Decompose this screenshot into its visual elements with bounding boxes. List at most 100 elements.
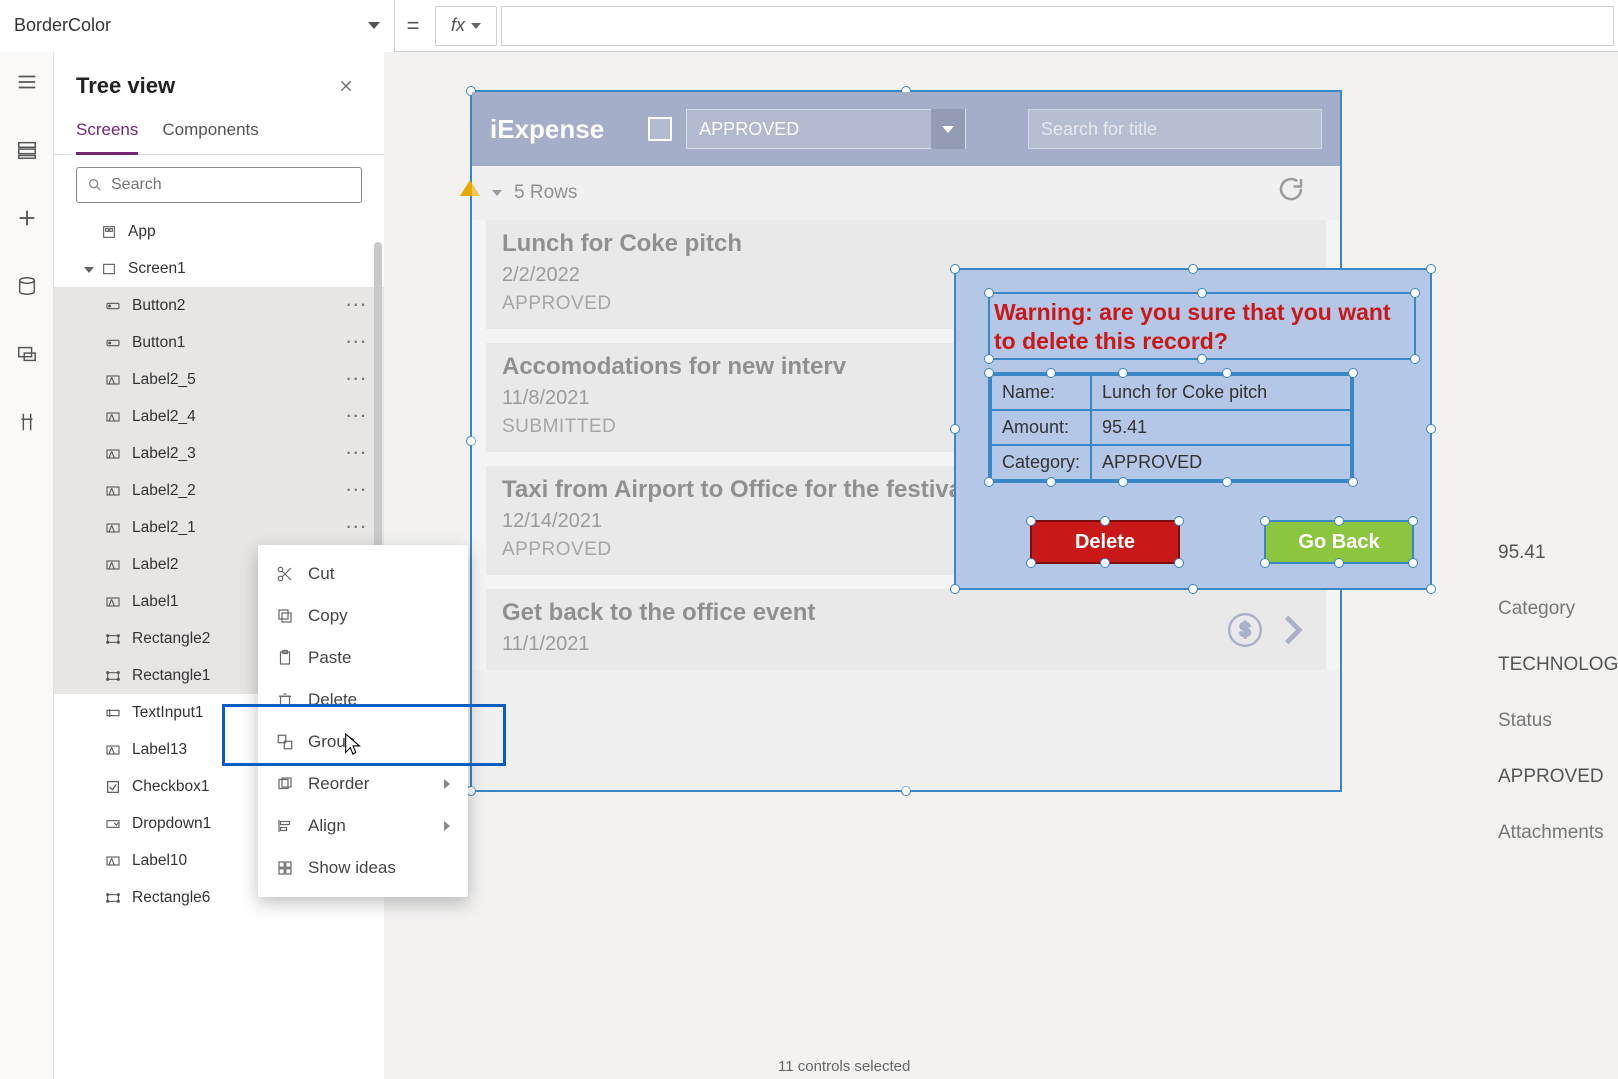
canvas[interactable]: iExpense APPROVED Search for title 5 Row… (384, 52, 1618, 1079)
tree-view-icon[interactable] (7, 130, 47, 170)
confirm-dialog[interactable]: Warning: are you sure that you want to d… (954, 268, 1432, 590)
tree-item-label: Button1 (132, 334, 185, 352)
tree-search-field[interactable] (111, 176, 351, 194)
group-icon (276, 733, 294, 751)
dialog-details-grid: Name:Lunch for Coke pitch Amount:95.41 C… (988, 372, 1354, 483)
equals-label: = (395, 13, 431, 39)
status-text: 11 controls selected (778, 1058, 910, 1075)
rect-icon (104, 667, 122, 685)
app-title: iExpense (490, 114, 604, 145)
formula-bar-input[interactable] (501, 6, 1614, 46)
title-search-input[interactable]: Search for title (1028, 109, 1322, 149)
chevron-right-icon[interactable] (1274, 611, 1312, 649)
tree-item-label2_4[interactable]: Label2_4 ··· (54, 398, 384, 435)
reorder-icon (276, 775, 294, 793)
copy-icon (276, 607, 294, 625)
ctx-paste[interactable]: Paste (258, 637, 468, 679)
ctx-cut[interactable]: Cut (258, 553, 468, 595)
insert-icon[interactable] (7, 198, 47, 238)
delete-button-label: Delete (1075, 531, 1135, 554)
tree-item-label: Label13 (132, 741, 187, 759)
ctx-align[interactable]: Align (258, 805, 468, 847)
more-icon[interactable]: ··· (347, 371, 369, 389)
tab-components[interactable]: Components (162, 110, 258, 154)
label-icon (104, 556, 122, 574)
chevron-down-icon[interactable] (492, 190, 502, 196)
tools-icon[interactable] (7, 402, 47, 442)
expense-card[interactable]: Get back to the office event11/1/2021$ (486, 589, 1326, 670)
textinput-icon (104, 704, 122, 722)
tree-item-label2_3[interactable]: Label2_3 ··· (54, 435, 384, 472)
ctx-copy[interactable]: Copy (258, 595, 468, 637)
hamburger-icon[interactable] (7, 62, 47, 102)
tree-item-label: Dropdown1 (132, 815, 211, 833)
dialog-warning-text: Warning: are you sure that you want to d… (994, 298, 1406, 356)
refresh-icon[interactable] (1276, 174, 1306, 204)
more-icon[interactable]: ··· (347, 297, 369, 315)
search-placeholder: Search for title (1041, 119, 1157, 140)
tab-screens[interactable]: Screens (76, 110, 138, 155)
tree-item-app[interactable]: App (54, 213, 384, 250)
warning-icon (460, 180, 480, 196)
status-dropdown-value: APPROVED (699, 119, 799, 140)
tree-item-label: Rectangle1 (132, 667, 210, 685)
delete-button[interactable]: Delete (1030, 520, 1180, 564)
fx-button[interactable]: fx (435, 6, 497, 46)
tree-item-label: Label2_4 (132, 408, 196, 426)
category-value: APPROVED (1091, 445, 1351, 480)
ctx-delete[interactable]: Delete (258, 679, 468, 721)
checkbox-icon (104, 778, 122, 796)
trash-icon (276, 691, 294, 709)
screen-frame[interactable]: iExpense APPROVED Search for title 5 Row… (470, 90, 1342, 792)
status-dropdown[interactable]: APPROVED (686, 109, 966, 149)
property-dropdown[interactable]: BorderColor (0, 0, 395, 52)
chevron-right-icon (444, 821, 450, 831)
more-icon[interactable]: ··· (347, 519, 369, 537)
ctx-reorder[interactable]: Reorder (258, 763, 468, 805)
app-header: iExpense APPROVED Search for title (472, 92, 1340, 166)
label-icon (104, 371, 122, 389)
go-back-button[interactable]: Go Back (1264, 520, 1414, 564)
label-icon (104, 741, 122, 759)
detail-attachments-label: Attachments (1498, 822, 1618, 844)
tree-item-label2_2[interactable]: Label2_2 ··· (54, 472, 384, 509)
chevron-down-icon[interactable] (82, 260, 96, 278)
close-icon[interactable] (330, 70, 362, 102)
tree-item-label: Label2_2 (132, 482, 196, 500)
amount-label: Amount: (991, 410, 1091, 445)
filter-checkbox[interactable] (648, 117, 672, 141)
search-icon (87, 177, 103, 193)
dollar-icon: $ (1226, 611, 1264, 649)
label-icon (104, 445, 122, 463)
tree-item-button2[interactable]: Button2 ··· (54, 287, 384, 324)
name-value: Lunch for Coke pitch (1091, 375, 1351, 410)
more-icon[interactable]: ··· (347, 334, 369, 352)
more-icon[interactable]: ··· (347, 482, 369, 500)
button-icon (104, 334, 122, 352)
tree-item-label2_1[interactable]: Label2_1··· (54, 509, 384, 546)
card-date: 11/1/2021 (502, 633, 1310, 656)
tree-item-label: TextInput1 (132, 704, 204, 722)
tree-item-label: Button2 (132, 297, 185, 315)
data-icon[interactable] (7, 266, 47, 306)
context-menu: Cut Copy Paste Delete Group Reorder Alig… (258, 545, 468, 897)
fx-label: fx (451, 15, 465, 36)
rect-icon (104, 630, 122, 648)
status-bar: 11 controls selected (768, 1053, 910, 1079)
tree-item-screen1[interactable]: Screen1 (54, 250, 384, 287)
detail-status-value: APPROVED (1498, 766, 1618, 788)
category-label: Category: (991, 445, 1091, 480)
more-icon[interactable]: ··· (347, 445, 369, 463)
media-icon[interactable] (7, 334, 47, 374)
tree-search-input[interactable] (76, 167, 362, 203)
more-icon[interactable]: ··· (347, 408, 369, 426)
ctx-show-ideas[interactable]: Show ideas (258, 847, 468, 889)
dropdown-icon (104, 815, 122, 833)
chevron-down-icon (931, 109, 965, 149)
tree-item-button1[interactable]: Button1 ··· (54, 324, 384, 361)
detail-status-label: Status (1498, 710, 1618, 732)
tree-item-label2_5[interactable]: Label2_5··· (54, 361, 384, 398)
tree-scrollbar[interactable] (374, 242, 382, 582)
tree-item-label: Label2_3 (132, 445, 196, 463)
label-icon (104, 408, 122, 426)
